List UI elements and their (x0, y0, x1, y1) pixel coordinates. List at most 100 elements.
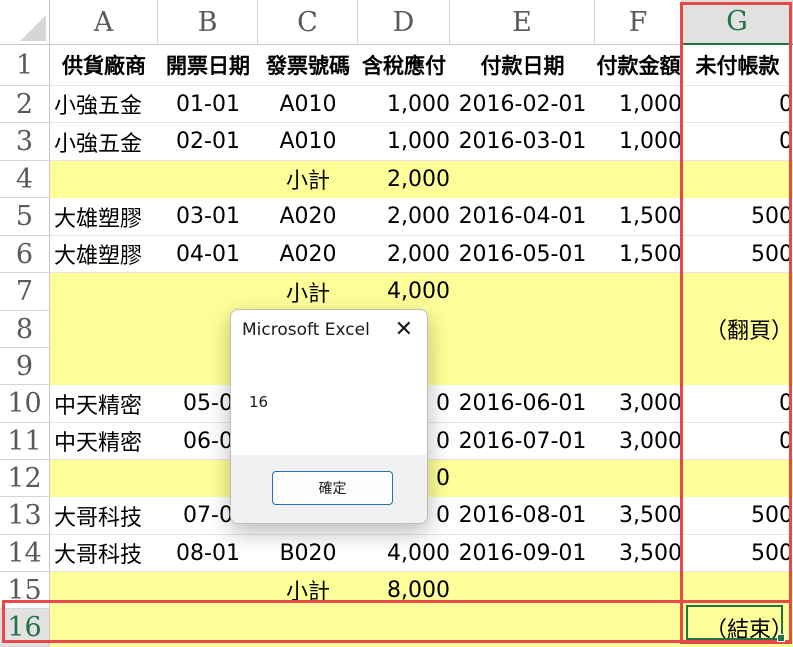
cell-b1[interactable]: 開票日期 (158, 45, 258, 85)
cell-f10[interactable]: 3,000 (595, 385, 688, 422)
active-cell-g16[interactable] (686, 605, 785, 642)
column-header-d[interactable]: D (358, 0, 450, 45)
cell-f11[interactable]: 3,000 (595, 423, 688, 459)
cell-c1[interactable]: 發票號碼 (258, 45, 358, 85)
cell-e7[interactable] (450, 273, 595, 310)
cell-e3[interactable]: 2016-03-01 (450, 123, 595, 160)
cell-e13[interactable]: 2016-08-01 (450, 497, 595, 534)
cell-b5[interactable]: 03-01 (158, 198, 258, 235)
cell-a1[interactable]: 供貨廠商 (50, 45, 158, 85)
cell-a5[interactable]: 大雄塑膠 (50, 198, 162, 235)
cell-c15[interactable]: 小計 (258, 572, 358, 608)
cell-e6[interactable]: 2016-05-01 (450, 236, 595, 272)
cell-b16[interactable] (158, 609, 258, 646)
cell-d4[interactable]: 2,000 (358, 161, 456, 197)
cell-g2[interactable]: 0 (682, 86, 793, 122)
cell-f1[interactable]: 付款金額 (595, 45, 682, 85)
cell-a2[interactable]: 小強五金 (50, 86, 162, 122)
cell-b14[interactable]: 08-01 (158, 535, 258, 571)
cell-g7[interactable] (682, 273, 793, 310)
row-header-9[interactable]: 9 (0, 348, 50, 385)
row-header-14[interactable]: 14 (0, 535, 50, 572)
ok-button[interactable]: 確定 (272, 471, 393, 505)
row-header-1[interactable]: 1 (0, 45, 50, 86)
cell-g13[interactable]: 500 (682, 497, 793, 534)
cell-e5[interactable]: 2016-04-01 (450, 198, 595, 235)
cell-a12[interactable] (50, 460, 162, 496)
row-header-12[interactable]: 12 (0, 460, 50, 497)
column-header-f[interactable]: F (595, 0, 682, 45)
column-header-e[interactable]: E (450, 0, 595, 45)
cell-a16[interactable] (50, 609, 162, 646)
row-header-3[interactable]: 3 (0, 123, 50, 161)
cell-g15[interactable] (682, 572, 793, 608)
row-header-13[interactable]: 13 (0, 497, 50, 535)
cell-f6[interactable]: 1,500 (595, 236, 688, 272)
cell-f12[interactable] (595, 460, 688, 496)
cell-g11[interactable]: 0 (682, 423, 793, 459)
cell-c4[interactable]: 小計 (258, 161, 358, 197)
cell-c5[interactable]: A020 (258, 198, 358, 235)
cell-f9[interactable] (595, 348, 688, 384)
cell-f7[interactable] (595, 273, 688, 310)
cell-c3[interactable]: A010 (258, 123, 358, 160)
cell-c7[interactable]: 小計 (258, 273, 358, 310)
cell-d16[interactable] (358, 609, 456, 646)
cell-e14[interactable]: 2016-09-01 (450, 535, 595, 571)
cell-g3[interactable]: 0 (682, 123, 793, 160)
cell-f16[interactable] (595, 609, 688, 646)
cell-d1[interactable]: 含稅應付 (358, 45, 450, 85)
cell-g12[interactable] (682, 460, 793, 496)
cell-e8[interactable] (450, 311, 595, 347)
cell-e15[interactable] (450, 572, 595, 608)
cell-f13[interactable]: 3,500 (595, 497, 688, 534)
cell-b3[interactable]: 02-01 (158, 123, 258, 160)
cell-f5[interactable]: 1,500 (595, 198, 688, 235)
row-header-4[interactable]: 4 (0, 161, 50, 198)
row-header-7[interactable]: 7 (0, 273, 50, 311)
cell-f2[interactable]: 1,000 (595, 86, 688, 122)
row-header-16[interactable]: 16 (0, 609, 50, 647)
column-header-g[interactable]: G (682, 0, 793, 45)
cell-g6[interactable]: 500 (682, 236, 793, 272)
column-header-c[interactable]: C (258, 0, 358, 45)
cell-e11[interactable]: 2016-07-01 (450, 423, 595, 459)
cell-f8[interactable] (595, 311, 688, 347)
cell-b2[interactable]: 01-01 (158, 86, 258, 122)
column-header-b[interactable]: B (158, 0, 258, 45)
cell-e10[interactable]: 2016-06-01 (450, 385, 595, 422)
cell-d7[interactable]: 4,000 (358, 273, 456, 310)
cell-a13[interactable]: 大哥科技 (50, 497, 162, 534)
cell-f15[interactable] (595, 572, 688, 608)
cell-e12[interactable] (450, 460, 595, 496)
fill-handle[interactable] (777, 634, 785, 642)
cell-f14[interactable]: 3,500 (595, 535, 688, 571)
cell-e9[interactable] (450, 348, 595, 384)
cell-a10[interactable]: 中天精密 (50, 385, 162, 422)
cell-a15[interactable] (50, 572, 162, 608)
cell-f4[interactable] (595, 161, 688, 197)
cell-b4[interactable] (158, 161, 258, 197)
cell-g10[interactable]: 0 (682, 385, 793, 422)
cell-e4[interactable] (450, 161, 595, 197)
cell-g5[interactable]: 500 (682, 198, 793, 235)
cell-b6[interactable]: 04-01 (158, 236, 258, 272)
cell-d2[interactable]: 1,000 (358, 86, 456, 122)
cell-c6[interactable]: A020 (258, 236, 358, 272)
row-header-11[interactable]: 11 (0, 423, 50, 460)
row-header-5[interactable]: 5 (0, 198, 50, 236)
cell-c16[interactable] (258, 609, 358, 646)
cell-g4[interactable] (682, 161, 793, 197)
row-header-10[interactable]: 10 (0, 385, 50, 423)
cell-g8[interactable]: （翻頁） (682, 311, 793, 347)
cell-a7[interactable] (50, 273, 162, 310)
cell-e16[interactable] (450, 609, 595, 646)
cell-a11[interactable]: 中天精密 (50, 423, 162, 459)
cell-d6[interactable]: 2,000 (358, 236, 456, 272)
cell-f3[interactable]: 1,000 (595, 123, 688, 160)
cell-d5[interactable]: 2,000 (358, 198, 456, 235)
cell-e1[interactable]: 付款日期 (450, 45, 595, 85)
cell-a4[interactable] (50, 161, 162, 197)
cell-a3[interactable]: 小強五金 (50, 123, 162, 160)
cell-g14[interactable]: 500 (682, 535, 793, 571)
